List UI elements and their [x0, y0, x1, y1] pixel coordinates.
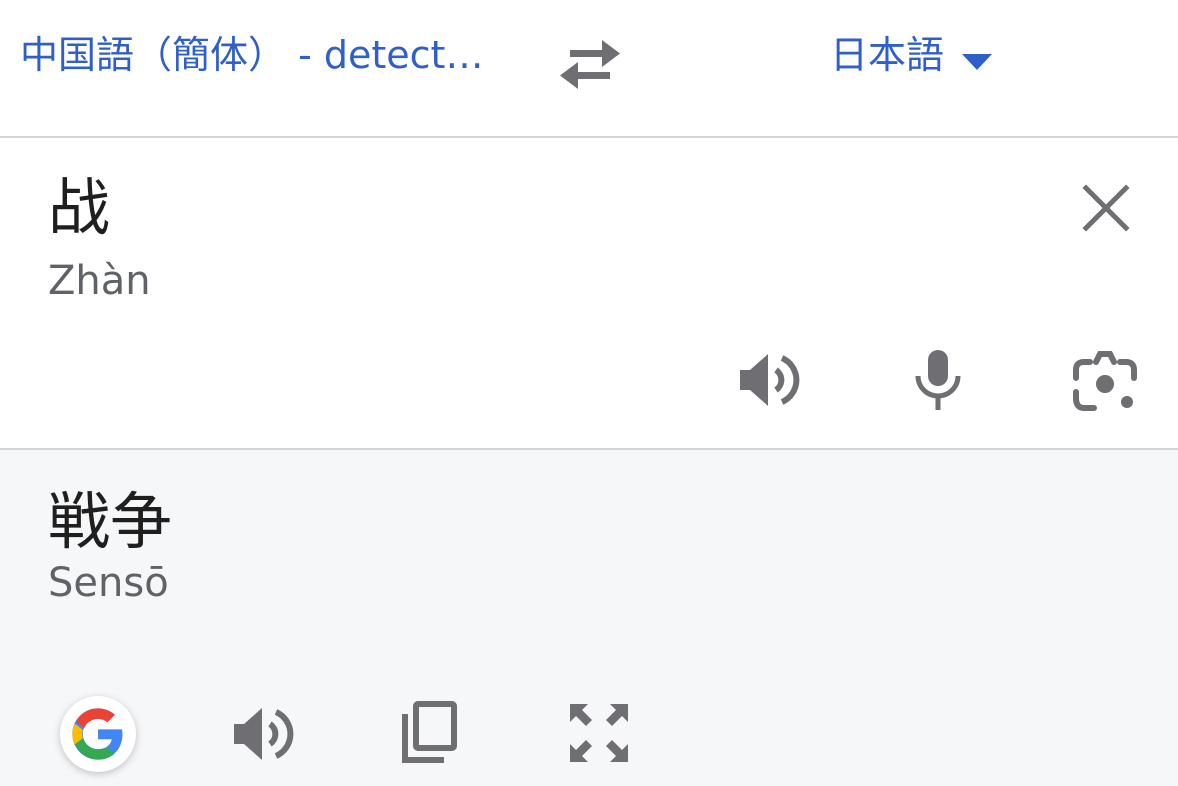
microphone-icon[interactable] [912, 348, 964, 412]
camera-lens-icon[interactable] [1072, 350, 1138, 412]
source-text-panel[interactable]: 战 Zhàn [0, 138, 1178, 450]
speaker-icon[interactable] [232, 704, 296, 764]
google-logo-icon [72, 708, 123, 760]
translated-text: 戦争 [48, 485, 173, 558]
copy-icon[interactable] [400, 700, 458, 766]
target-language-selector[interactable]: 日本語 [830, 30, 944, 80]
source-language-selector[interactable]: 中国語（簡体） - detect… [20, 30, 483, 80]
speaker-icon[interactable] [738, 350, 802, 410]
fullscreen-icon[interactable] [568, 702, 630, 764]
google-logo-button[interactable] [60, 696, 136, 772]
close-icon[interactable] [1080, 182, 1132, 234]
caret-down-icon[interactable] [962, 54, 992, 70]
translation-panel: 戦争 Sensō [0, 450, 1178, 786]
swap-languages-icon[interactable] [558, 36, 622, 92]
language-bar: 中国語（簡体） - detect… 日本語 [0, 0, 1178, 138]
source-text[interactable]: 战 [48, 168, 110, 248]
translated-romanization: Sensō [48, 560, 169, 606]
source-romanization: Zhàn [48, 258, 151, 304]
